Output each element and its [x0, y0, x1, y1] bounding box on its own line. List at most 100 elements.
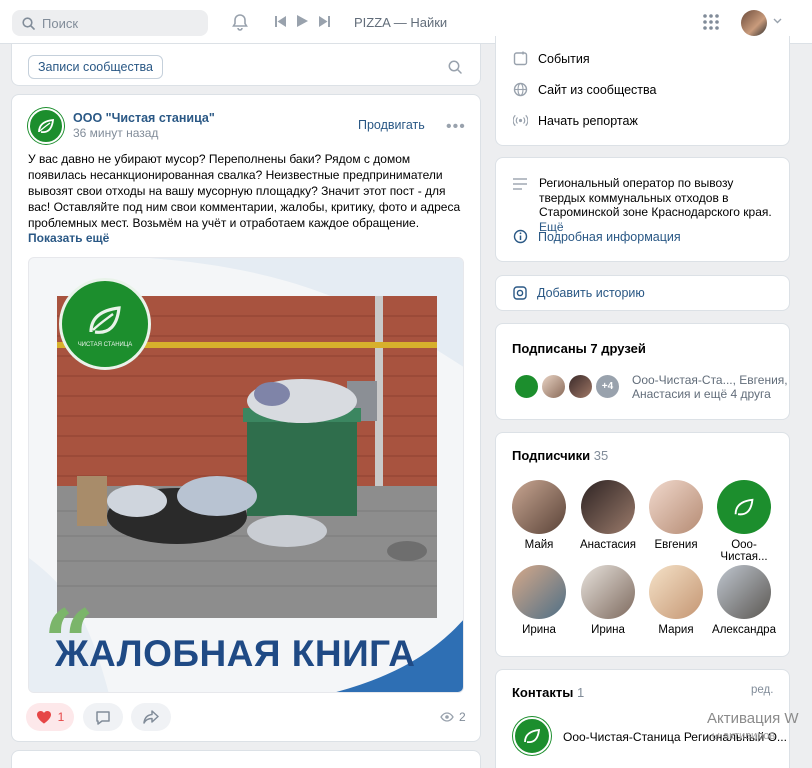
share-icon: [143, 710, 159, 724]
heart-icon: [36, 711, 51, 724]
menu-item-label: Сайт из сообщества: [538, 82, 657, 97]
audio-player: [275, 15, 330, 27]
image-title: ЖАЛОБНАЯ КНИГА: [55, 633, 416, 674]
activation-watermark-sub: ы активиров: [712, 730, 776, 742]
next-track-icon[interactable]: [319, 15, 330, 27]
leaf-logo-icon: [89, 306, 121, 334]
menu-item-report[interactable]: Начать репортаж: [513, 113, 638, 128]
now-playing-title[interactable]: PIZZA — Найки: [354, 15, 447, 30]
post-image[interactable]: ЧИСТАЯ СТАНИЦА “ ЖАЛОБНАЯ КНИГА: [28, 257, 464, 693]
contacts-title-label: Контакты: [512, 685, 574, 700]
leaf-logo-icon: [524, 728, 541, 744]
subscriber-name: Анастасия: [579, 539, 637, 551]
subscriber-name: Ирина: [522, 624, 556, 636]
friend-avatar[interactable]: [567, 373, 594, 400]
subscriber-avatar: [717, 565, 771, 619]
friends-list-text[interactable]: Ооо-Чистая-Ста..., Евгения, Анастасия и …: [632, 373, 788, 401]
subscriber-name: Ирина: [591, 624, 625, 636]
search-input[interactable]: Поиск: [12, 10, 208, 36]
search-icon[interactable]: [448, 60, 462, 74]
subscriber-avatar: [512, 565, 566, 619]
subscriber-item[interactable]: Ирина: [504, 565, 574, 636]
subscriber-item[interactable]: Ооо-Чистая...: [709, 480, 779, 563]
view-count: 2: [459, 710, 466, 724]
contacts-title[interactable]: Контакты 1: [512, 685, 584, 700]
menu-item-events[interactable]: События: [513, 51, 590, 66]
menu-item-site[interactable]: Сайт из сообщества: [513, 82, 656, 97]
comment-button[interactable]: [83, 703, 123, 731]
edit-contacts-link[interactable]: ред.: [751, 684, 773, 696]
details-label: Подробная информация: [538, 229, 681, 244]
description-text: Региональный оператор по вывозу твердых …: [539, 176, 772, 219]
community-description: Региональный оператор по вывозу твердых …: [539, 176, 779, 234]
subscriber-name: Евгения: [654, 539, 698, 551]
subscriber-item[interactable]: Майя: [504, 480, 574, 551]
activation-watermark: Активация W: [707, 710, 799, 727]
add-story-button[interactable]: Добавить историю: [513, 286, 645, 300]
subscriber-item[interactable]: Ирина: [573, 565, 643, 636]
eye-icon: [440, 712, 454, 722]
camera-icon: [513, 286, 527, 300]
info-icon: [513, 229, 528, 244]
friends-text-line: Анастасия и ещё 4 друга: [632, 387, 771, 401]
views-counter: 2: [440, 710, 466, 724]
subscriber-avatar: [512, 480, 566, 534]
company-logo: ЧИСТАЯ СТАНИЦА: [59, 278, 151, 370]
subscribers-title[interactable]: Подписчики 35: [512, 448, 608, 463]
contacts-count: 1: [576, 685, 585, 700]
broadcast-icon: [513, 114, 528, 127]
post-timestamp[interactable]: 36 минут назад: [73, 126, 158, 140]
post-author-name[interactable]: ООО "Чистая станица": [73, 111, 215, 125]
logo-caption: ЧИСТАЯ СТАНИЦА: [77, 342, 133, 348]
globe-icon: [513, 82, 528, 97]
leaf-logo-icon: [734, 498, 754, 516]
subscriber-item[interactable]: Евгения: [641, 480, 711, 551]
search-icon: [22, 16, 35, 30]
chevron-down-icon[interactable]: [773, 18, 782, 24]
like-count: 1: [57, 710, 65, 724]
share-button[interactable]: [131, 703, 171, 731]
friends-title[interactable]: Подписаны 7 друзей: [512, 341, 646, 356]
user-avatar[interactable]: [741, 10, 767, 36]
show-more-link[interactable]: Показать ещё: [28, 231, 109, 245]
subscriber-avatar: [649, 565, 703, 619]
add-story-label: Добавить историю: [537, 286, 645, 300]
like-button[interactable]: 1: [26, 703, 74, 731]
subscriber-name: Мария: [658, 624, 694, 636]
subscriber-name: Майя: [524, 539, 554, 551]
subscriber-avatar: [649, 480, 703, 534]
subscriber-name: Ооо-Чистая...: [720, 539, 768, 563]
calendar-icon: [513, 51, 528, 66]
details-link[interactable]: Подробная информация: [513, 229, 681, 244]
leaf-logo-icon: [38, 118, 55, 134]
subscribers-title-label: Подписчики: [512, 448, 591, 463]
post-text: У вас давно не убирают мусор? Переполнен…: [28, 152, 461, 230]
friends-more-badge[interactable]: +4: [594, 373, 621, 400]
community-posts-tab[interactable]: Записи сообщества: [28, 55, 163, 79]
search-placeholder: Поиск: [42, 15, 79, 31]
community-avatar[interactable]: [28, 108, 64, 144]
friends-card: [495, 323, 790, 420]
next-post-card: [11, 750, 481, 768]
description-icon: [513, 178, 527, 190]
previous-track-icon[interactable]: [275, 15, 286, 27]
menu-item-label: Начать репортаж: [538, 113, 638, 128]
friend-avatar[interactable]: [540, 373, 567, 400]
bell-icon[interactable]: [231, 13, 249, 31]
apps-grid-icon[interactable]: [703, 14, 719, 30]
play-icon[interactable]: [297, 15, 308, 27]
subscriber-item[interactable]: Мария: [641, 565, 711, 636]
comment-icon: [96, 710, 110, 725]
friends-text-line: Ооо-Чистая-Ста..., Евгения,: [632, 373, 788, 387]
more-options-icon[interactable]: •••: [446, 118, 466, 136]
subscribers-count: 35: [593, 448, 609, 463]
subscriber-avatar: [717, 480, 771, 534]
subscriber-avatar: [581, 565, 635, 619]
subscriber-item[interactable]: Анастасия: [573, 480, 643, 551]
subscriber-avatar: [581, 480, 635, 534]
promote-button[interactable]: Продвигать: [358, 118, 425, 132]
contact-avatar[interactable]: [513, 717, 551, 755]
friend-avatar[interactable]: [513, 373, 540, 400]
subscriber-name: Александра: [712, 624, 776, 636]
subscriber-item[interactable]: Александра: [709, 565, 779, 636]
